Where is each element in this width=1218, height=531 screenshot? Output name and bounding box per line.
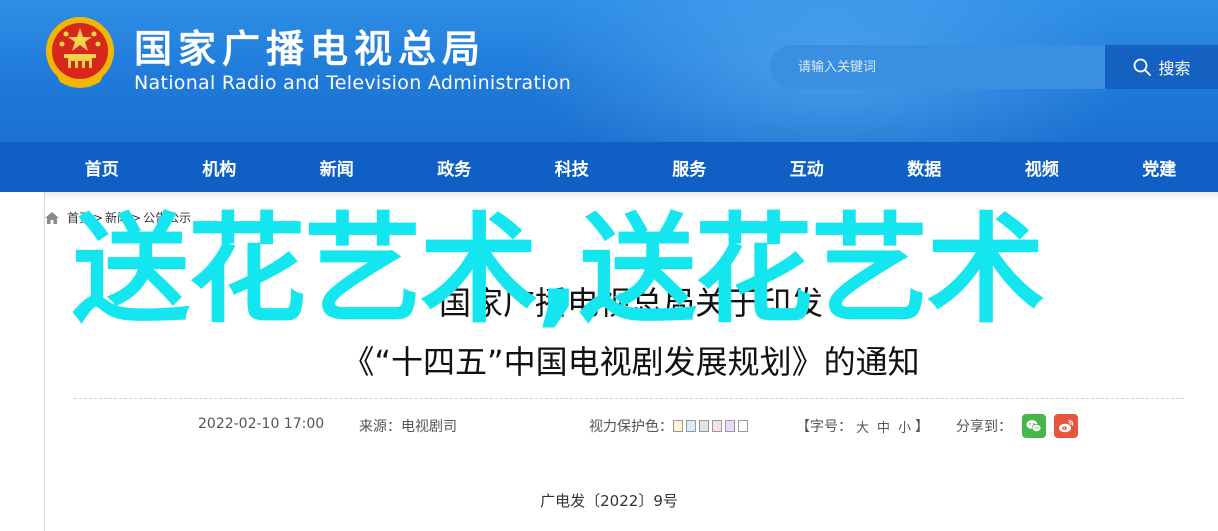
- search-button-label: 搜索: [1158, 59, 1191, 78]
- overlay-watermark-text: 送花艺术,送花艺术: [72, 201, 1045, 339]
- panel-shadow: [44, 192, 1218, 200]
- share-control: 分享到：: [956, 414, 1078, 438]
- nav-item-services[interactable]: 服务: [631, 142, 749, 192]
- article-source: 来源：电视剧司: [359, 419, 457, 435]
- eye-care-swatch-purple[interactable]: [725, 420, 735, 432]
- site-name-cn[interactable]: 国家广播电视总局: [134, 18, 486, 73]
- nav-item-government-affairs[interactable]: 政务: [396, 142, 514, 192]
- font-size-bracket-close: 】: [915, 419, 930, 435]
- eye-care-swatch-white[interactable]: [738, 420, 748, 432]
- eye-care-label: 视力保护色：: [589, 419, 673, 435]
- article-title-line2: 《“十四五”中国电视剧发展规划》的通知: [342, 343, 920, 381]
- nav-item-home[interactable]: 首页: [43, 142, 161, 192]
- eye-care-swatch-yellow[interactable]: [673, 420, 683, 432]
- title-divider: [74, 398, 1184, 399]
- nav-item-video[interactable]: 视频: [983, 142, 1101, 192]
- nav-item-technology[interactable]: 科技: [513, 142, 631, 192]
- main-nav: 首页 机构 新闻 政务 科技 服务 互动 数据 视频 党建: [0, 142, 1218, 192]
- search-bar: 搜索: [770, 45, 1218, 89]
- national-emblem-icon[interactable]: [42, 14, 118, 92]
- eye-care-control: 视力保护色：: [589, 416, 751, 436]
- search-icon: [1134, 58, 1152, 76]
- font-size-control: 【字号： 大 中 小 】: [796, 416, 929, 436]
- font-size-medium[interactable]: 中: [877, 417, 890, 436]
- site-header: 国家广播电视总局 National Radio and Television A…: [0, 0, 1218, 142]
- site-name-en[interactable]: National Radio and Television Administra…: [134, 72, 571, 94]
- share-label: 分享到：: [956, 419, 1012, 435]
- nav-item-organization[interactable]: 机构: [161, 142, 279, 192]
- eye-care-swatch-blue[interactable]: [686, 420, 696, 432]
- search-input[interactable]: [770, 45, 1110, 89]
- eye-care-swatch-pink[interactable]: [712, 420, 722, 432]
- article-date: 2022-02-10 17:00: [198, 416, 325, 432]
- eye-care-swatch-gray[interactable]: [699, 420, 709, 432]
- weibo-share-icon[interactable]: [1054, 414, 1078, 438]
- nav-item-news[interactable]: 新闻: [278, 142, 396, 192]
- font-size-label: 【字号：: [796, 419, 852, 435]
- home-icon: [45, 211, 59, 224]
- font-size-large[interactable]: 大: [856, 417, 869, 436]
- nav-item-data[interactable]: 数据: [866, 142, 984, 192]
- font-size-small[interactable]: 小: [898, 417, 911, 436]
- document-number: 广电发〔2022〕9号: [540, 492, 678, 510]
- nav-item-party-building[interactable]: 党建: [1101, 142, 1218, 192]
- nav-item-interaction[interactable]: 互动: [748, 142, 866, 192]
- wechat-share-icon[interactable]: [1022, 414, 1046, 438]
- search-button[interactable]: 搜索: [1105, 45, 1218, 89]
